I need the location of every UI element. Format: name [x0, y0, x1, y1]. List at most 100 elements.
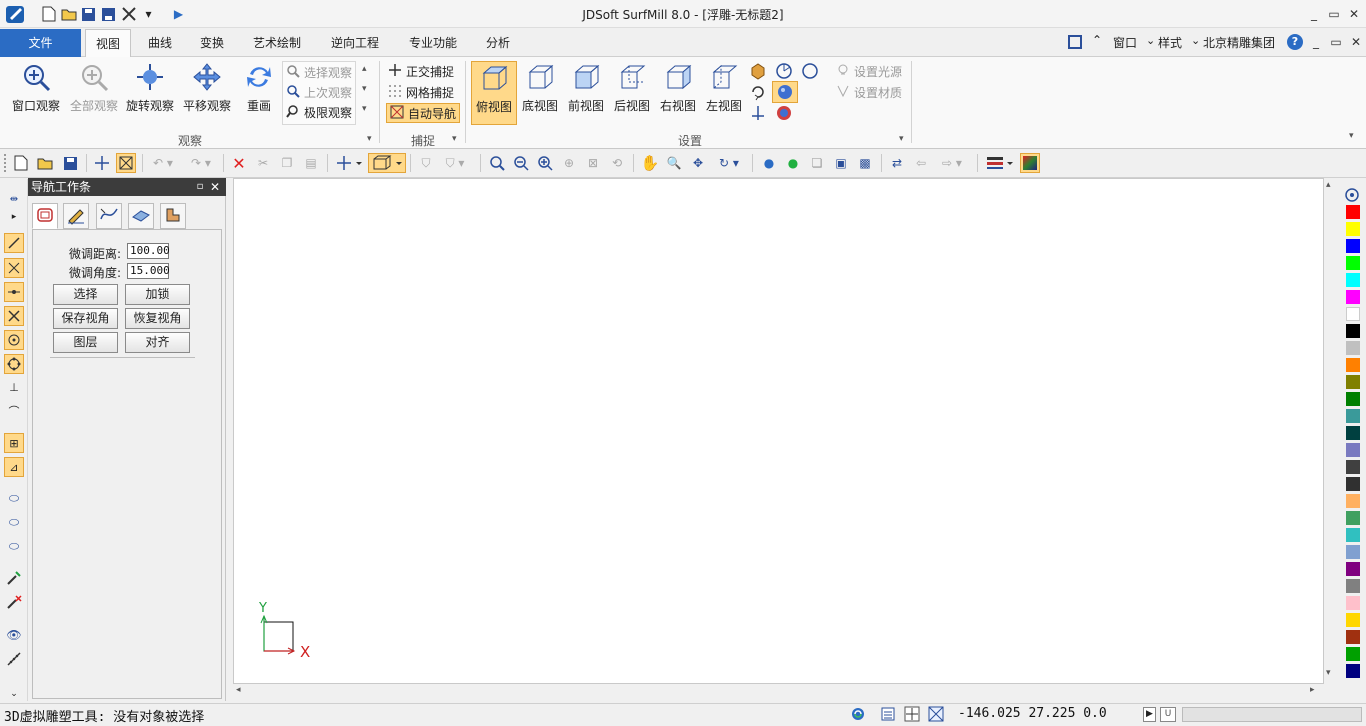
color-swatch[interactable]	[1346, 494, 1360, 508]
scroll-up-icon[interactable]: ▴	[362, 64, 367, 74]
back-arrow-icon[interactable]: ⇦	[911, 153, 931, 173]
shield-dropdown-icon[interactable]: ⛉ ▾	[440, 153, 470, 173]
more-icon[interactable]: ▾	[362, 104, 367, 114]
color-swatch[interactable]	[1346, 273, 1360, 287]
display-mode-icon[interactable]	[368, 153, 406, 173]
zoom-previous-icon[interactable]: ⟲	[607, 153, 627, 173]
select-all-icon[interactable]: ▩	[855, 153, 875, 173]
axis-view-icon[interactable]	[775, 62, 793, 80]
unit-toggle[interactable]: U	[1160, 707, 1176, 722]
color-swatch[interactable]	[1346, 579, 1360, 593]
layer-button[interactable]: 图层	[53, 332, 118, 353]
ribbon-options-icon[interactable]: ▾	[1349, 131, 1354, 141]
horizontal-scrollbar[interactable]	[233, 684, 1324, 700]
color-swatch[interactable]	[1346, 341, 1360, 355]
observe-expand-icon[interactable]: ▾	[367, 134, 372, 144]
window-menu[interactable]: 窗口	[1113, 34, 1137, 51]
color-swatch[interactable]	[1346, 392, 1360, 406]
play-icon[interactable]: ▶	[1143, 707, 1156, 722]
open-folder-icon[interactable]	[35, 153, 55, 173]
color-swatch[interactable]	[1346, 256, 1360, 270]
select-observe-button[interactable]: 选择观察	[286, 62, 352, 82]
redo-icon[interactable]: ↷ ▾	[186, 153, 216, 173]
color-gradient-icon[interactable]	[1020, 153, 1040, 173]
zoom-all-icon[interactable]: ⊕	[559, 153, 579, 173]
last-observe-button[interactable]: 上次观察	[286, 82, 352, 102]
doc-minimize-button[interactable]: _	[1305, 32, 1327, 52]
color-swatch[interactable]	[1346, 443, 1360, 457]
panel-tab-view[interactable]	[32, 203, 58, 229]
color-swatch[interactable]	[1346, 647, 1360, 661]
coordinate-icon[interactable]	[334, 153, 364, 173]
palette-settings-icon[interactable]	[1344, 187, 1362, 203]
tab-curve[interactable]: 曲线	[138, 29, 182, 57]
adjust-distance-input[interactable]: 100.00	[127, 243, 170, 259]
circle-quadrant-icon[interactable]	[4, 354, 24, 374]
line-tool-icon[interactable]	[4, 233, 24, 253]
window-observe-button[interactable]: 窗口观察	[8, 61, 64, 119]
panel-close-icon[interactable]: ✕	[208, 178, 222, 196]
more-tools-icon[interactable]: ⌄	[4, 684, 24, 704]
perpendicular-icon[interactable]: ⊥	[4, 377, 24, 397]
color-swatch[interactable]	[1346, 290, 1360, 304]
undo-icon[interactable]: ↶ ▾	[148, 153, 178, 173]
panel-tab-edit[interactable]	[63, 203, 89, 229]
wire-sphere-icon[interactable]	[801, 62, 819, 80]
color-swatch[interactable]	[1346, 477, 1360, 491]
sync-status-icon[interactable]	[850, 706, 866, 722]
zoom-out-icon[interactable]	[511, 153, 531, 173]
view-front-button[interactable]: 前视图	[565, 61, 607, 119]
zoom-in-icon[interactable]	[535, 153, 555, 173]
color-swatch[interactable]	[1346, 630, 1360, 644]
layer-icon[interactable]: ❏	[807, 153, 827, 173]
redraw-button[interactable]: 重画	[240, 61, 278, 119]
color-swatch[interactable]	[1346, 562, 1360, 576]
zoom-fit-icon[interactable]: ⊠	[583, 153, 603, 173]
scroll-left-arrow-icon[interactable]: ◂	[236, 685, 241, 695]
forward-arrow-icon[interactable]: ⇨ ▾	[935, 153, 969, 173]
color-swatch[interactable]	[1346, 358, 1360, 372]
style-menu[interactable]: 样式	[1158, 34, 1182, 51]
color-swatch[interactable]	[1346, 324, 1360, 338]
ortho-snap-icon[interactable]	[92, 153, 112, 173]
copy-icon[interactable]: ❐	[277, 153, 297, 173]
adjust-angle-input[interactable]: 15.000	[127, 263, 170, 279]
panel-tab-curve[interactable]	[96, 203, 122, 229]
tab-art-drawing[interactable]: 艺术绘制	[243, 29, 311, 57]
pan-hand-icon[interactable]: ✋	[640, 153, 660, 173]
view-left-button[interactable]: 左视图	[703, 61, 745, 119]
save-icon[interactable]	[60, 153, 80, 173]
settings-expand-icon[interactable]: ▾	[899, 134, 904, 144]
rotate-cube-icon[interactable]	[749, 83, 767, 101]
lock-button[interactable]: 加锁	[125, 284, 190, 305]
rotate-view-icon[interactable]: ✥	[688, 153, 708, 173]
scroll-up-arrow-icon[interactable]: ▴	[1326, 180, 1331, 190]
align-button[interactable]: 对齐	[125, 332, 190, 353]
color-swatch[interactable]	[1346, 426, 1360, 440]
fullscreen-icon[interactable]	[1067, 34, 1083, 50]
auto-nav-status-icon[interactable]	[928, 706, 944, 722]
grid-point-icon[interactable]: ⊞	[4, 433, 24, 453]
pick-remove-icon[interactable]	[4, 592, 24, 612]
color-swatch[interactable]	[1346, 664, 1360, 678]
all-observe-button[interactable]: 全部观察	[66, 61, 122, 119]
rotate-observe-button[interactable]: 旋转观察	[124, 61, 176, 119]
panel-tab-tool[interactable]	[160, 203, 186, 229]
limit-observe-button[interactable]: 极限观察	[286, 102, 352, 122]
zoom-dynamic-icon[interactable]: 🔍	[664, 153, 684, 173]
scroll-down-arrow-icon[interactable]: ▾	[1326, 668, 1331, 678]
view-right-button[interactable]: 右视图	[657, 61, 699, 119]
circle-center-icon[interactable]	[4, 330, 24, 350]
color-swatch[interactable]	[1346, 511, 1360, 525]
sync-icon[interactable]: ⇄	[887, 153, 907, 173]
color-swatch[interactable]	[1346, 613, 1360, 627]
select-button[interactable]: 选择	[53, 284, 118, 305]
doc-close-button[interactable]: ✕	[1345, 32, 1366, 52]
color-swatch[interactable]	[1346, 205, 1360, 219]
angle-line-icon[interactable]	[4, 258, 24, 278]
pin-icon[interactable]: ▫	[194, 178, 206, 196]
maximize-button[interactable]: ▭	[1323, 4, 1345, 24]
color-swatch[interactable]	[1346, 375, 1360, 389]
shape-tool-2-icon[interactable]: ⬭	[4, 512, 24, 532]
color-swatch[interactable]	[1346, 222, 1360, 236]
